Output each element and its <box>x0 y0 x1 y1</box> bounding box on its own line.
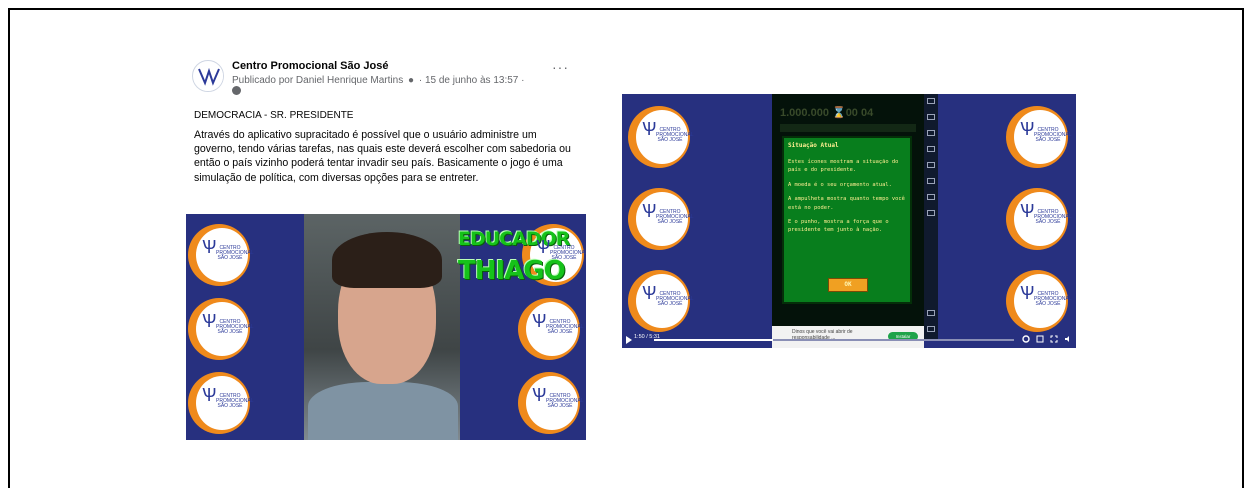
logo-text: CENTRO PROMOCIONAL SÃO JOSÉ <box>1034 209 1072 225</box>
logo-mark-icon: Ѱ <box>642 201 657 221</box>
volume-up-icon[interactable] <box>927 130 935 136</box>
post-byline: Publicado por Daniel Henrique Martins ● … <box>232 75 524 86</box>
logo-badge: Ѱ CENTRO PROMOCIONAL SÃO JOSÉ <box>628 106 694 168</box>
post-header: Centro Promocional São José Publicado po… <box>186 58 586 100</box>
logo-text: CENTRO PROMOCIONAL SÃO JOSÉ <box>216 319 254 335</box>
post-date[interactable]: 15 de junho às 13:57 <box>425 75 518 86</box>
logo-text: CENTRO PROMOCIONAL SÃO JOSÉ <box>216 393 254 409</box>
expand-icon[interactable] <box>927 98 935 104</box>
video-thumbnail-educador[interactable]: Ѱ CENTRO PROMOCIONAL SÃO JOSÉ Ѱ CENTRO PRO… <box>186 214 586 440</box>
logo-mark-icon: Ѱ <box>642 283 657 303</box>
location-icon[interactable] <box>927 210 935 216</box>
info-icon: ● <box>407 75 415 86</box>
logo-text: CENTRO PROMOCIONAL SÃO JOSÉ <box>546 393 584 409</box>
apk-icon[interactable] <box>927 178 935 184</box>
logo-badge: Ѱ CENTRO PROMOCIONAL SÃO JOSÉ <box>628 270 694 332</box>
logo-mark-icon: Ѱ <box>1020 119 1035 139</box>
logo-mark-icon: Ѱ <box>536 237 551 257</box>
logo-mark-icon: Ѱ <box>532 385 547 405</box>
play-icon[interactable] <box>626 336 632 344</box>
logo-text: CENTRO PROMOCIONAL SÃO JOSÉ <box>546 319 584 335</box>
back-icon[interactable] <box>927 310 935 316</box>
facebook-post: Centro Promocional São José Publicado po… <box>186 58 586 184</box>
logo-badge: Ѱ CENTRO PROMOCIONAL SÃO JOSÉ <box>188 372 254 434</box>
logo-badge: Ѱ CENTRO PROMOCIONAL SÃO JOSÉ <box>628 188 694 250</box>
post-title: DEMOCRACIA - SR. PRESIDENTE <box>194 110 354 121</box>
folder-icon[interactable] <box>927 194 935 200</box>
byline-author[interactable]: Publicado por Daniel Henrique Martins <box>232 75 403 86</box>
game-bottom-bar <box>780 306 916 316</box>
dialog-title: Situação Atual <box>788 142 839 149</box>
ok-button[interactable]: OK <box>828 278 868 292</box>
tutorial-dialog: Situação Atual Estes ícones mostram a si… <box>782 136 912 304</box>
miniplayer-icon[interactable] <box>1036 335 1044 343</box>
globe-icon <box>232 86 241 95</box>
dialog-line: A moeda é o seu orçamento atual. <box>788 181 892 188</box>
logo-badge: Ѱ CENTRO PROMOCIONAL SÃO JOSÉ <box>188 224 254 286</box>
dialog-line: E o punho, mostra a força que o presiden… <box>788 219 889 234</box>
logo-text: CENTRO PROMOCIONAL SÃO JOSÉ <box>1034 127 1072 143</box>
fullscreen-icon[interactable] <box>1050 335 1058 343</box>
logo-badge: Ѱ CENTRO PROMOCIONAL SÃO JOSÉ <box>188 298 254 360</box>
logo-text: CENTRO PROMOCIONAL SÃO JOSÉ <box>656 209 694 225</box>
page-name-link[interactable]: Centro Promocional São José <box>232 60 388 72</box>
presenter-shirt <box>308 382 458 440</box>
logo-text: CENTRO PROMOCIONAL SÃO JOSÉ <box>550 245 586 261</box>
game-subheader <box>780 124 916 132</box>
video-progress-bar[interactable] <box>654 339 1014 341</box>
logo-badge: Ѱ CENTRO PROMOCIONAL SÃO JOSÉ <box>1006 106 1072 168</box>
video-progress-fill <box>654 339 773 341</box>
video-controls: 1:50 / 5:31 <box>622 332 1076 348</box>
logo-text: CENTRO PROMOCIONAL SÃO JOSÉ <box>216 245 254 261</box>
logo-mark-icon: Ѱ <box>202 385 217 405</box>
volume-icon[interactable] <box>1064 335 1072 343</box>
emulator-toolbar <box>924 94 938 340</box>
dialog-line: Estes ícones mostram a situação do país … <box>788 159 899 174</box>
dialog-text: Estes ícones mostram a situação do país … <box>788 158 910 241</box>
logo-icon <box>194 62 223 91</box>
logo-badge: Ѱ CENTRO PROMOCIONAL SÃO JOSÉ <box>518 372 584 434</box>
logo-mark-icon: Ѱ <box>1020 283 1035 303</box>
logo-mark-icon: Ѱ <box>202 237 217 257</box>
game-screen: 1.000.000 ⌛00 04 Situação Atual Estes íc… <box>772 94 924 340</box>
logo-badge: Ѱ CENTRO PROMOCIONAL SÃO JOSÉ <box>1006 270 1072 332</box>
game-stats: 1.000.000 ⌛00 04 <box>780 107 874 119</box>
logo-mark-icon: Ѱ <box>202 311 217 331</box>
logo-text: CENTRO PROMOCIONAL SÃO JOSÉ <box>656 291 694 307</box>
logo-text: CENTRO PROMOCIONAL SÃO JOSÉ <box>1034 291 1072 307</box>
byline-separator-2: · <box>521 75 525 86</box>
screen-icon[interactable] <box>927 162 935 168</box>
settings-icon[interactable] <box>1022 335 1030 343</box>
logo-text: CENTRO PROMOCIONAL SÃO JOSÉ <box>656 127 694 143</box>
keyboard-icon[interactable] <box>927 114 935 120</box>
page-avatar[interactable] <box>192 60 224 92</box>
byline-separator: · <box>418 75 423 86</box>
video-player-game[interactable]: Ѱ CENTRO PROMOCIONAL SÃO JOSÉ Ѱ CENTRO PRO… <box>622 94 1076 348</box>
more-options-icon[interactable]: ··· <box>552 60 569 74</box>
logo-mark-icon: Ѱ <box>642 119 657 139</box>
logo-mark-icon: Ѱ <box>532 311 547 331</box>
post-body: Através do aplicativo supracitado é poss… <box>194 129 571 184</box>
logo-mark-icon: Ѱ <box>1020 201 1035 221</box>
logo-badge: Ѱ CENTRO PROMOCIONAL SÃO JOSÉ <box>1006 188 1072 250</box>
overlay-thiago: THIAGO <box>458 256 566 286</box>
presenter-hair <box>332 232 442 288</box>
volume-down-icon[interactable] <box>927 146 935 152</box>
logo-badge: Ѱ CENTRO PROMOCIONAL SÃO JOSÉ <box>518 298 584 360</box>
dialog-line: A ampulheta mostra quanto tempo você est… <box>788 196 905 211</box>
